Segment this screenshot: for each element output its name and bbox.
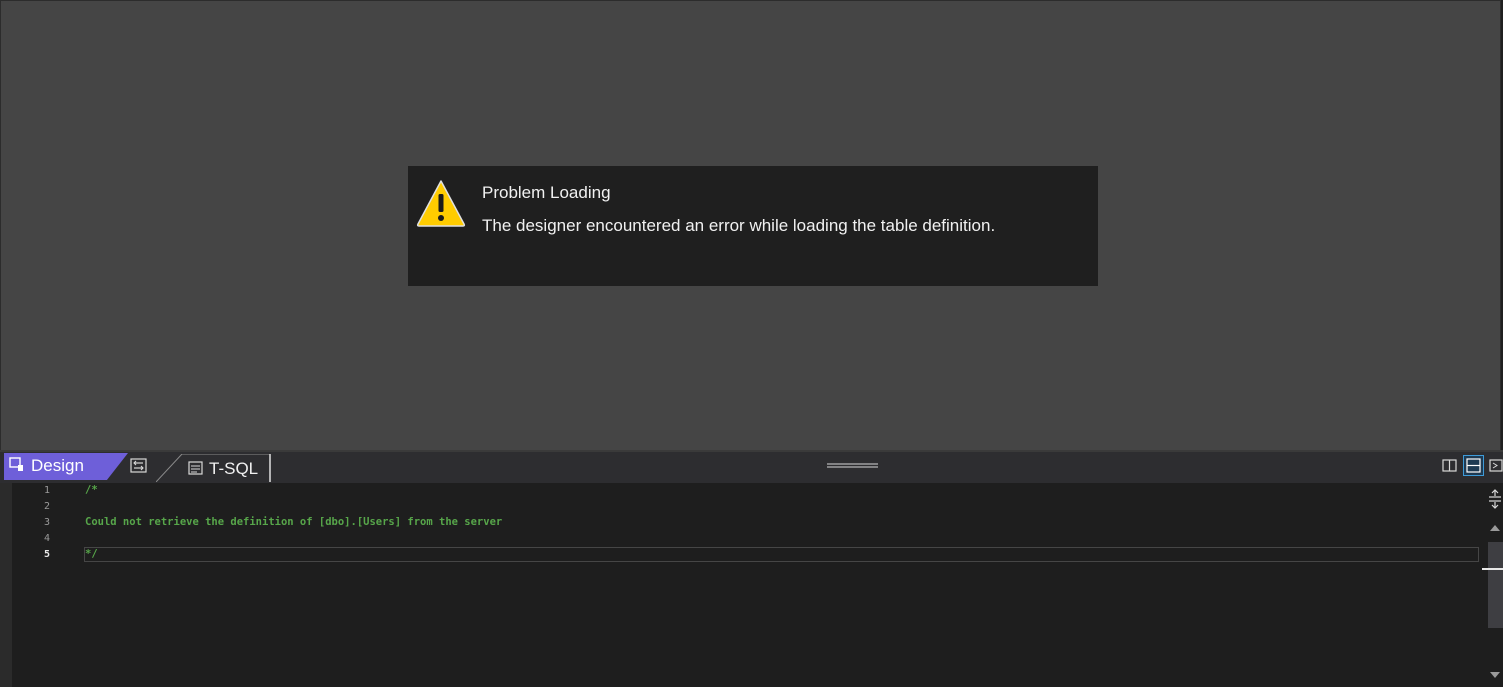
line-number: 1 <box>43 485 50 496</box>
scrollbar-thumb[interactable] <box>1488 542 1503 628</box>
code-line[interactable]: /* <box>85 482 98 498</box>
tab-design-label: Design <box>31 456 84 475</box>
horizontal-split-icon[interactable] <box>1463 455 1484 476</box>
code-line[interactable]: Could not retrieve the definition of [db… <box>85 514 502 530</box>
scroll-down-arrow-icon[interactable] <box>1489 671 1501 679</box>
scroll-up-arrow-icon[interactable] <box>1489 524 1501 532</box>
error-message: The designer encountered an error while … <box>482 216 996 235</box>
editor-margin <box>0 483 12 687</box>
line-number: 3 <box>43 517 50 528</box>
sql-script-icon <box>188 461 203 475</box>
design-icon <box>9 457 23 471</box>
current-line-highlight <box>84 547 1479 562</box>
warning-icon <box>416 180 466 227</box>
code-line[interactable]: */ <box>85 546 98 562</box>
swap-panes-icon[interactable] <box>130 458 147 473</box>
line-number-current: 5 <box>43 549 50 560</box>
line-number: 2 <box>43 501 50 512</box>
caret-position-marker <box>1482 568 1503 570</box>
error-title: Problem Loading <box>482 183 611 202</box>
split-editor-icon[interactable] <box>1487 488 1503 510</box>
tab-tsql-label: T-SQL <box>209 459 259 478</box>
collapse-pane-icon[interactable] <box>1489 457 1503 474</box>
splitter-grip[interactable] <box>827 463 878 468</box>
line-number: 4 <box>43 533 50 544</box>
vertical-split-icon[interactable] <box>1441 457 1458 474</box>
